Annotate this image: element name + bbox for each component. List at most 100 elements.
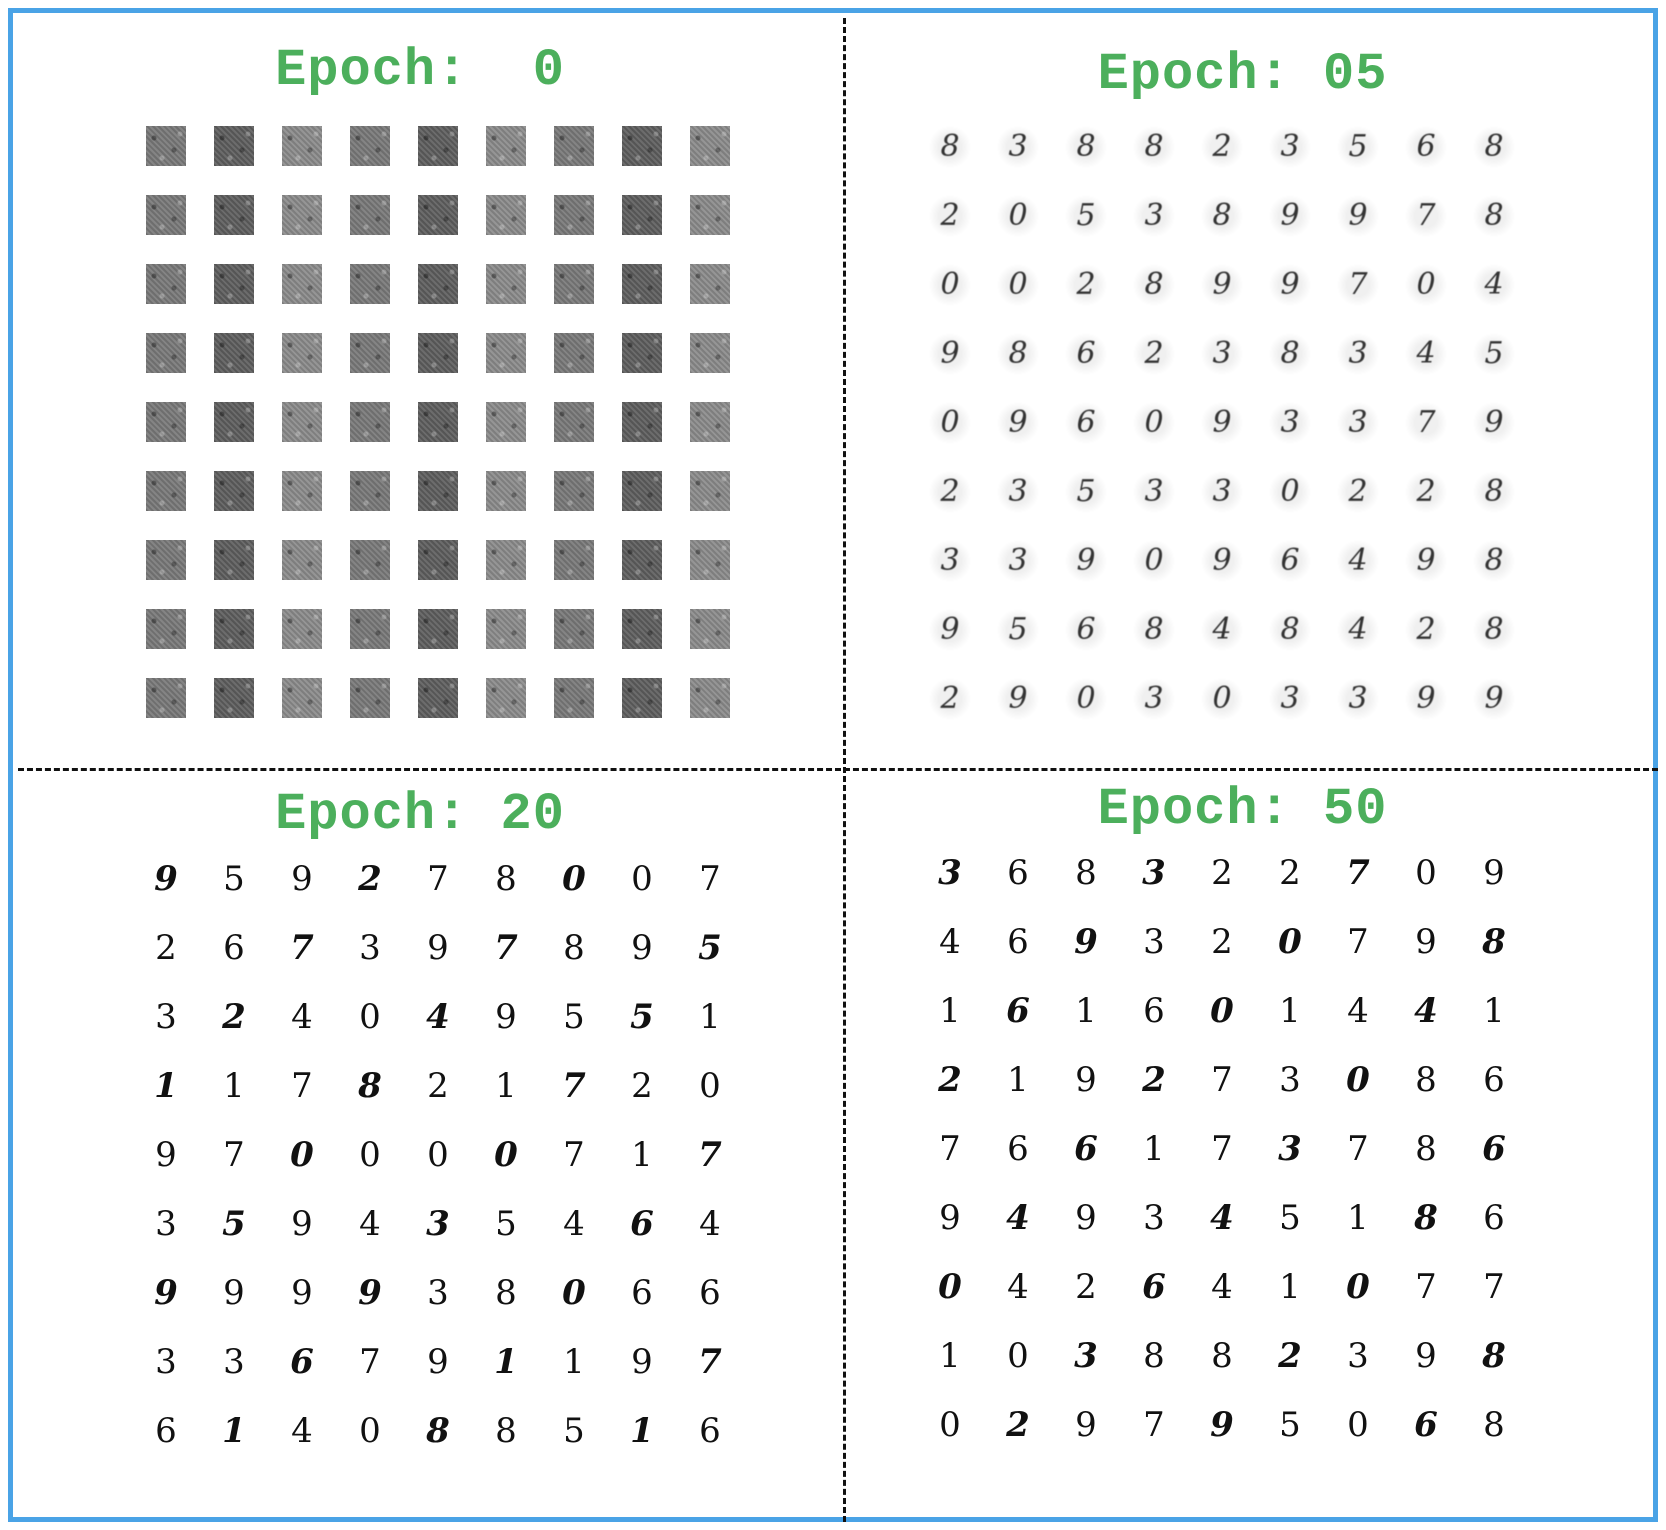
digit-sample: 4 [1007, 1267, 1029, 1307]
digit-sample: 8 [426, 1411, 450, 1451]
digit-sample: 4 [1211, 1267, 1233, 1307]
digit-sample: 0 [290, 1135, 314, 1175]
digit-sample: 6 [1142, 1267, 1166, 1307]
sample-grid [146, 126, 730, 718]
digit-sample: 0 [427, 1135, 449, 1175]
digit-sample: 8 [1474, 196, 1514, 236]
digit-sample: 4 [1347, 991, 1369, 1031]
digit-sample: 2 [1279, 853, 1301, 893]
digit-sample: 1 [563, 1342, 585, 1382]
digit-sample: 5 [563, 997, 585, 1037]
digit-sample: 6 [1143, 991, 1165, 1031]
digit-sample: 6 [1007, 1129, 1029, 1169]
digit-sample: 7 [1346, 853, 1370, 893]
digit-sample: 9 [1075, 1060, 1097, 1100]
digit-sample: 8 [1474, 610, 1514, 650]
noise-sample [486, 678, 526, 718]
digit-sample: 6 [1066, 610, 1106, 650]
digit-sample: 4 [1338, 541, 1378, 581]
digit-sample: 3 [1134, 196, 1174, 236]
digit-sample: 8 [1134, 265, 1174, 305]
digit-sample: 7 [1347, 922, 1369, 962]
digit-sample: 3 [1202, 472, 1242, 512]
digit-sample: 9 [495, 997, 517, 1037]
digit-sample: 7 [698, 1342, 722, 1382]
noise-sample [486, 540, 526, 580]
digit-sample: 9 [631, 928, 653, 968]
noise-sample [214, 402, 254, 442]
digit-sample: 3 [1270, 127, 1310, 167]
digit-sample: 7 [1406, 403, 1446, 443]
digit-sample: 6 [223, 928, 245, 968]
noise-sample [146, 195, 186, 235]
digit-sample: 4 [291, 1411, 313, 1451]
digit-sample: 2 [1066, 265, 1106, 305]
digit-sample: 7 [1415, 1267, 1437, 1307]
digit-sample: 9 [998, 403, 1038, 443]
digit-sample: 1 [939, 1336, 961, 1376]
noise-sample [418, 195, 458, 235]
digit-sample: 9 [631, 1342, 653, 1382]
digit-sample: 2 [1406, 610, 1446, 650]
digit-sample: 7 [494, 928, 518, 968]
digit-sample: 8 [1415, 1060, 1437, 1100]
noise-sample [622, 609, 662, 649]
noise-sample [418, 471, 458, 511]
digit-sample: 7 [290, 928, 314, 968]
digit-sample: 2 [1338, 472, 1378, 512]
digit-sample: 4 [1006, 1198, 1030, 1238]
digit-sample: 3 [1270, 403, 1310, 443]
digit-sample: 6 [1406, 127, 1446, 167]
digit-sample: 3 [1270, 679, 1310, 719]
digit-sample: 5 [1279, 1198, 1301, 1238]
digit-sample: 3 [1143, 1198, 1165, 1238]
digit-sample: 8 [1415, 1129, 1437, 1169]
digit-sample: 4 [1414, 991, 1438, 1031]
digit-sample: 0 [562, 859, 586, 899]
digit-sample: 2 [1211, 922, 1233, 962]
digit-sample: 3 [1279, 1060, 1301, 1100]
digit-sample: 4 [1202, 610, 1242, 650]
digit-sample: 8 [1482, 922, 1506, 962]
noise-sample [690, 678, 730, 718]
digit-sample: 7 [427, 859, 449, 899]
digit-sample: 9 [1406, 541, 1446, 581]
digit-sample: 0 [1066, 679, 1106, 719]
noise-sample [282, 678, 322, 718]
digit-sample: 9 [1075, 1405, 1097, 1445]
noise-sample [214, 333, 254, 373]
digit-sample: 9 [1338, 196, 1378, 236]
noise-sample [350, 195, 390, 235]
digit-sample: 5 [223, 859, 245, 899]
digit-sample: 7 [699, 859, 721, 899]
digit-sample: 7 [359, 1342, 381, 1382]
digit-sample: 0 [1007, 1336, 1029, 1376]
noise-sample [690, 402, 730, 442]
digit-sample: 6 [1414, 1405, 1438, 1445]
digit-sample: 8 [1483, 1405, 1505, 1445]
noise-sample [554, 609, 594, 649]
noise-sample [554, 402, 594, 442]
digit-sample: 9 [154, 1273, 178, 1313]
digit-sample: 4 [1210, 1198, 1234, 1238]
noise-sample [146, 678, 186, 718]
digit-sample: 0 [1202, 679, 1242, 719]
digit-sample: 7 [291, 1066, 313, 1106]
digit-sample: 8 [1211, 1336, 1233, 1376]
digit-sample: 0 [1346, 1267, 1370, 1307]
noise-sample [282, 540, 322, 580]
noise-sample [554, 540, 594, 580]
digit-sample: 7 [1143, 1405, 1165, 1445]
digit-sample: 5 [1066, 196, 1106, 236]
noise-sample [282, 264, 322, 304]
noise-sample [418, 264, 458, 304]
digit-sample: 6 [1007, 922, 1029, 962]
digit-sample: 0 [930, 403, 970, 443]
noise-sample [486, 195, 526, 235]
digit-sample: 8 [1143, 1336, 1165, 1376]
digit-sample: 5 [222, 1204, 246, 1244]
digit-sample: 1 [1075, 991, 1097, 1031]
digit-sample: 6 [1066, 334, 1106, 374]
noise-sample [146, 402, 186, 442]
digit-sample: 3 [155, 1342, 177, 1382]
